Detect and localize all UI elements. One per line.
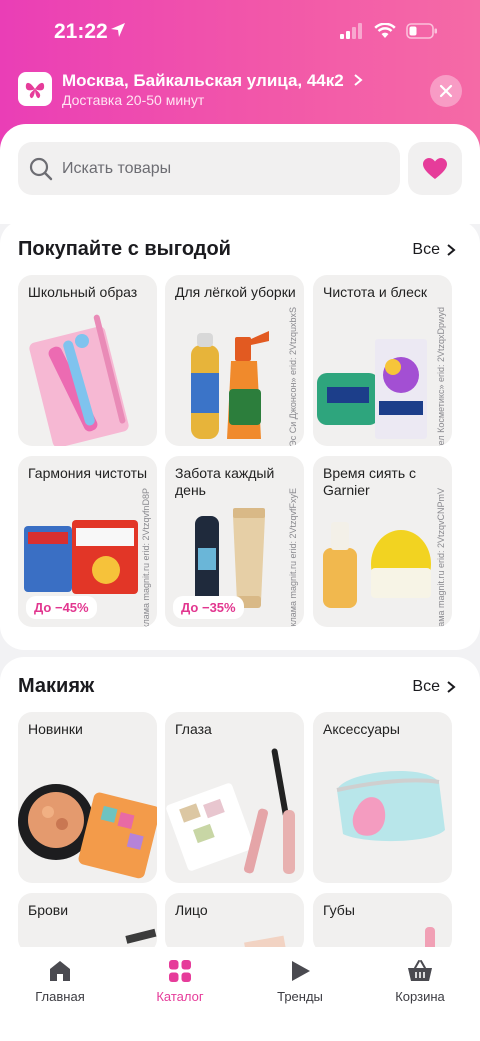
bimax-products-image xyxy=(317,339,427,439)
tab-catalog[interactable]: Каталог xyxy=(130,959,230,1004)
tab-cart[interactable]: Корзина xyxy=(370,959,470,1004)
bronzer-palette-image xyxy=(18,784,157,879)
search-icon xyxy=(29,157,53,181)
category-card-eyes[interactable]: Глаза xyxy=(165,712,304,883)
status-time: 21:22 xyxy=(54,20,108,43)
promo-card-school[interactable]: Школьный образ xyxy=(18,275,157,446)
close-icon xyxy=(439,84,453,98)
tab-bar: Главная Каталог Тренды Корзина xyxy=(0,947,480,1041)
lip-gloss-image xyxy=(425,927,435,953)
brow-pencil-image xyxy=(125,928,157,944)
discount-badge: До −35% xyxy=(173,596,244,619)
category-card-new[interactable]: Новинки xyxy=(18,712,157,883)
signal-icon xyxy=(340,23,362,39)
search-input[interactable]: Искать товары xyxy=(18,142,400,195)
eyeshadow-mascara-image xyxy=(166,748,295,874)
ad-label: Реклама magnit.ru erid: 2VtzqvfnD8P xyxy=(141,488,151,627)
promo-card-garnier[interactable]: Время сиять с Garnier Реклама magnit.ru … xyxy=(313,456,452,627)
magnit-logo-icon xyxy=(18,72,52,106)
delivery-time: Доставка 20-50 минут xyxy=(62,92,205,108)
status-bar: 21:22 xyxy=(0,0,480,62)
chevron-right-icon xyxy=(354,74,364,86)
promo-card-care[interactable]: Забота каждый день До −35% Реклама magni… xyxy=(165,456,304,627)
face-product-image xyxy=(244,935,286,953)
wifi-icon xyxy=(374,23,396,38)
promo-card-cleaning[interactable]: Для лёгкой уборки Реклама ООО «Эс Си Джо… xyxy=(165,275,304,446)
promo-card-harmony[interactable]: Гармония чистоты До −45% Реклама magnit.… xyxy=(18,456,157,627)
cleaning-products-image xyxy=(191,331,269,439)
catalog-icon xyxy=(169,960,191,982)
battery-icon xyxy=(406,23,437,39)
ad-label: Реклама ООО «Эс Си Джонсон» erid: 2Vtzqu… xyxy=(288,307,298,446)
category-card-accessories[interactable]: Аксессуары xyxy=(313,712,452,883)
delivery-address[interactable]: Москва, Байкальская улица, 44к2 Доставка… xyxy=(18,70,462,110)
location-arrow-icon xyxy=(111,23,125,37)
search-placeholder: Искать товары xyxy=(62,160,172,177)
notebook-pen-image xyxy=(29,314,129,446)
sponge-bag-image xyxy=(336,770,445,842)
tab-trends[interactable]: Тренды xyxy=(250,959,350,1004)
home-icon xyxy=(50,961,70,981)
makeup-section: Макияж Все Новинки Глаза Аксессуары Бров… xyxy=(0,657,480,987)
chevron-right-icon xyxy=(447,244,456,256)
see-all-button[interactable]: Все xyxy=(412,678,456,696)
favorites-button[interactable] xyxy=(408,142,462,195)
close-button[interactable] xyxy=(430,75,462,107)
ad-label: Реклама magnit.ru erid: 2VtzqvCNPmV xyxy=(436,488,446,627)
promo-section: Покупайте с выгодой Все Школьный образ Д… xyxy=(0,220,480,650)
play-icon xyxy=(292,961,310,981)
chevron-right-icon xyxy=(447,681,456,693)
address-title[interactable]: Москва, Байкальская улица, 44к2 xyxy=(62,71,364,91)
ad-label: Реклама АО «Хэнкел Косметикс» erid: 2Vtz… xyxy=(436,307,446,446)
discount-badge: До −45% xyxy=(26,596,97,619)
see-all-button[interactable]: Все xyxy=(412,241,456,259)
section-title: Покупайте с выгодой xyxy=(18,238,231,260)
tab-home[interactable]: Главная xyxy=(10,959,110,1004)
heart-icon xyxy=(423,157,447,179)
basket-icon xyxy=(408,960,432,981)
garnier-products-image xyxy=(323,522,431,608)
category-card-lips[interactable]: Губы xyxy=(313,893,452,953)
category-card-face[interactable]: Лицо xyxy=(165,893,304,953)
ad-label: Реклама magnit.ru erid: 2VtzqvfFxyE xyxy=(288,488,298,627)
category-card-brows[interactable]: Брови xyxy=(18,893,157,953)
section-title: Макияж xyxy=(18,675,95,697)
promo-card-shine[interactable]: Чистота и блеск Реклама АО «Хэнкел Косме… xyxy=(313,275,452,446)
